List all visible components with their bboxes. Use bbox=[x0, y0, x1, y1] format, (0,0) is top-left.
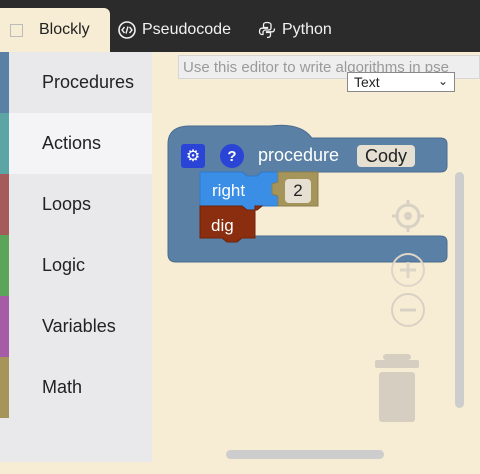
language-select[interactable]: Text ⌄ bbox=[347, 72, 455, 92]
category-color-stripe bbox=[0, 52, 9, 113]
tab-label: Python bbox=[282, 21, 332, 38]
category-actions[interactable]: Actions bbox=[0, 113, 152, 174]
right-block-label: right bbox=[212, 181, 246, 200]
python-icon bbox=[258, 21, 276, 39]
blockly-editor: Procedures Actions Loops Logic Variables… bbox=[0, 52, 480, 474]
recenter-icon[interactable] bbox=[390, 198, 426, 239]
procedure-keyword: procedure bbox=[258, 145, 340, 165]
category-color-stripe bbox=[0, 113, 9, 174]
category-label: Logic bbox=[42, 255, 86, 275]
category-logic[interactable]: Logic bbox=[0, 235, 152, 296]
category-variables[interactable]: Variables bbox=[0, 296, 152, 357]
category-math[interactable]: Math bbox=[0, 357, 152, 418]
trash-icon[interactable] bbox=[373, 352, 421, 429]
help-icon[interactable]: ? bbox=[220, 144, 244, 168]
number-field[interactable]: 2 bbox=[285, 179, 311, 203]
category-loops[interactable]: Loops bbox=[0, 174, 152, 235]
horizontal-scrollbar[interactable] bbox=[226, 450, 384, 459]
procedure-name-field[interactable]: Cody bbox=[357, 145, 416, 167]
category-color-stripe bbox=[0, 174, 9, 235]
zoom-in-icon[interactable] bbox=[390, 252, 426, 293]
category-toolbox: Procedures Actions Loops Logic Variables… bbox=[0, 52, 152, 462]
dig-block-label: dig bbox=[211, 216, 234, 235]
category-color-stripe bbox=[0, 357, 9, 418]
category-label: Procedures bbox=[42, 72, 135, 92]
category-label: Loops bbox=[42, 194, 92, 214]
zoom-out-icon[interactable] bbox=[390, 292, 426, 333]
vertical-scrollbar[interactable] bbox=[455, 172, 464, 408]
tab-pseudocode[interactable]: Pseudocode bbox=[118, 8, 231, 52]
category-label: Actions bbox=[42, 133, 102, 153]
tab-bar: Blockly Pseudocode Python bbox=[0, 0, 480, 52]
category-label: Math bbox=[42, 377, 83, 397]
gear-icon[interactable]: ⚙ bbox=[181, 144, 205, 168]
category-color-stripe bbox=[0, 296, 9, 357]
category-label: Variables bbox=[42, 316, 116, 336]
tab-label: Blockly bbox=[39, 21, 90, 38]
category-procedures[interactable]: Procedures bbox=[0, 52, 152, 113]
tab-python[interactable]: Python bbox=[258, 8, 332, 52]
tab-label: Pseudocode bbox=[142, 21, 231, 38]
chevron-down-icon: ⌄ bbox=[437, 74, 448, 88]
language-select-value: Text bbox=[354, 74, 380, 90]
checkbox-icon bbox=[10, 23, 23, 37]
code-icon bbox=[118, 21, 136, 39]
category-color-stripe bbox=[0, 235, 9, 296]
tab-blockly[interactable]: Blockly bbox=[0, 8, 110, 52]
